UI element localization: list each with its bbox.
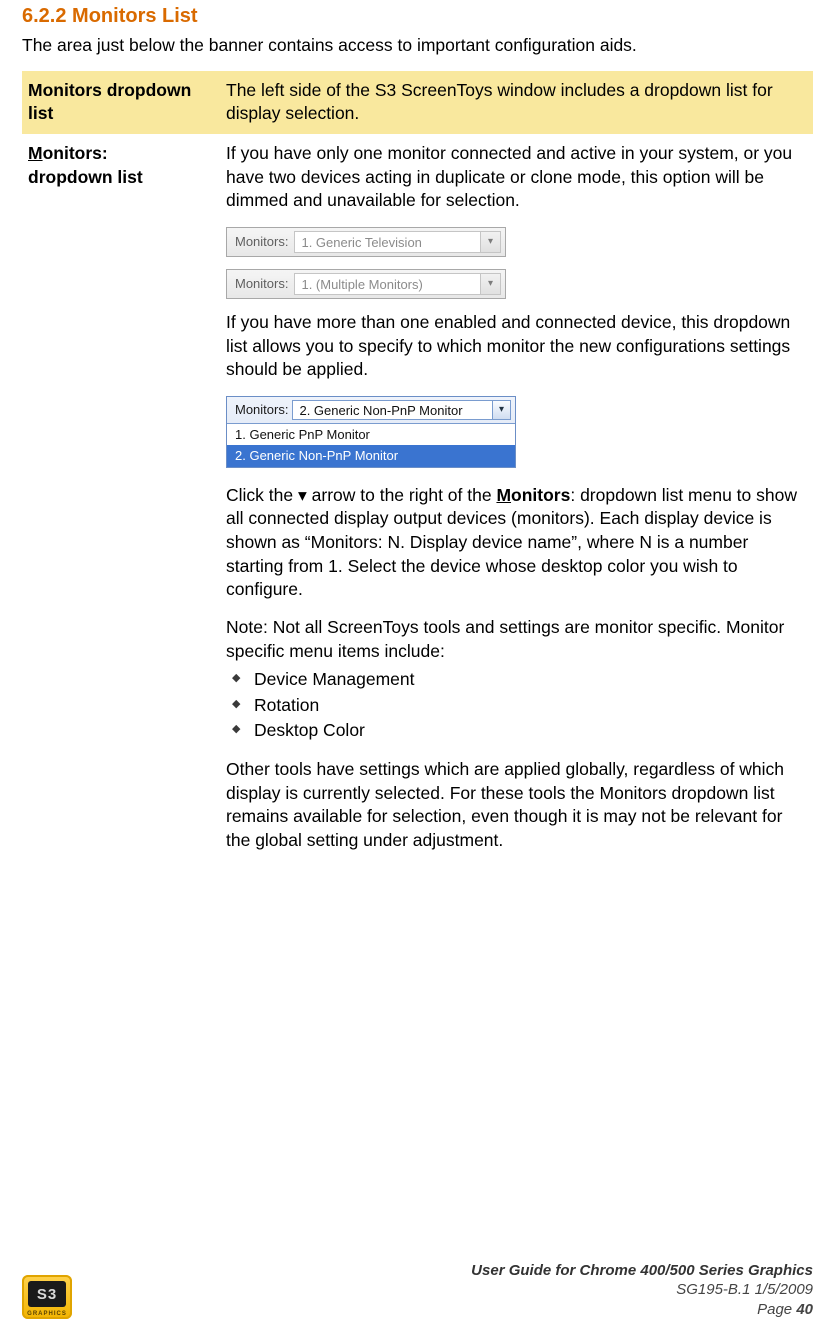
- definition-table: Monitors dropdown list The left side of …: [22, 71, 813, 875]
- bullet-list: Device Management Rotation Desktop Color: [226, 667, 807, 744]
- dropdown-option[interactable]: 1. Generic PnP Monitor: [227, 424, 515, 446]
- chevron-down-icon[interactable]: ▾: [493, 400, 511, 420]
- page-label: Page: [757, 1301, 796, 1318]
- row-term: Monitors: dropdown list: [22, 134, 220, 875]
- footer-title: User Guide for Chrome 400/500 Series Gra…: [471, 1261, 813, 1281]
- row-term-underline: M: [28, 143, 43, 163]
- paragraph: If you have more than one enabled and co…: [226, 311, 807, 382]
- dropdown-option-selected[interactable]: 2. Generic Non-PnP Monitor: [227, 445, 515, 467]
- list-item: Rotation: [226, 693, 807, 719]
- text-span: arrow to the right of the: [307, 485, 497, 505]
- footer-meta: User Guide for Chrome 400/500 Series Gra…: [471, 1261, 813, 1320]
- section-intro: The area just below the banner contains …: [22, 34, 813, 57]
- table-row: Monitors dropdown list The left side of …: [22, 71, 813, 134]
- text-span: Click the: [226, 485, 298, 505]
- dropdown-value: 1. Generic Television: [294, 231, 481, 253]
- monitors-dropdown-disabled-1: Monitors: 1. Generic Television ▾: [226, 227, 506, 257]
- dropdown-header[interactable]: Monitors: 2. Generic Non-PnP Monitor ▾: [227, 397, 515, 423]
- paragraph: Click the ▾ arrow to the right of the Mo…: [226, 484, 807, 602]
- dropdown-value: 1. (Multiple Monitors): [294, 273, 481, 295]
- section-number: 6.2.2: [22, 5, 66, 27]
- row-term-rest: onitors:: [43, 143, 108, 163]
- logo-subtext: GRAPHICS: [22, 1311, 72, 1317]
- text-underline: M: [496, 485, 511, 505]
- footer-sub: SG195-B.1 1/5/2009: [471, 1280, 813, 1300]
- dropdown-label: Monitors:: [227, 275, 294, 293]
- dropdown-list: 1. Generic PnP Monitor 2. Generic Non-Pn…: [227, 423, 515, 467]
- paragraph: Other tools have settings which are appl…: [226, 758, 807, 853]
- text-span: onitors: [511, 485, 570, 505]
- list-item: Device Management: [226, 667, 807, 693]
- s3-logo: S3 GRAPHICS: [22, 1275, 72, 1319]
- page-footer: S3 GRAPHICS User Guide for Chrome 400/50…: [22, 1261, 813, 1320]
- table-row: Monitors: dropdown list If you have only…: [22, 134, 813, 875]
- row-term-line2: dropdown list: [28, 167, 143, 187]
- list-item: Desktop Color: [226, 718, 807, 744]
- monitors-dropdown-open[interactable]: Monitors: 2. Generic Non-PnP Monitor ▾ 1…: [226, 396, 516, 468]
- section-heading: 6.2.2 Monitors List: [22, 5, 813, 28]
- logo-text: S3: [28, 1281, 66, 1307]
- dropdown-label: Monitors:: [227, 401, 292, 419]
- row-content: If you have only one monitor connected a…: [220, 134, 813, 875]
- chevron-down-icon: ▾: [481, 231, 501, 253]
- note-paragraph: Note: Not all ScreenToys tools and setti…: [226, 616, 807, 663]
- dropdown-label: Monitors:: [227, 233, 294, 251]
- page-number: 40: [796, 1301, 813, 1318]
- footer-page: Page 40: [471, 1300, 813, 1320]
- paragraph: If you have only one monitor connected a…: [226, 142, 807, 213]
- highlight-desc: The left side of the S3 ScreenToys windo…: [220, 71, 813, 134]
- down-arrow-icon: ▾: [298, 485, 307, 505]
- highlight-term: Monitors dropdown list: [22, 71, 220, 134]
- section-title: Monitors List: [72, 5, 198, 27]
- chevron-down-icon: ▾: [481, 273, 501, 295]
- dropdown-selected-value: 2. Generic Non-PnP Monitor: [292, 400, 493, 420]
- monitors-dropdown-disabled-2: Monitors: 1. (Multiple Monitors) ▾: [226, 269, 506, 299]
